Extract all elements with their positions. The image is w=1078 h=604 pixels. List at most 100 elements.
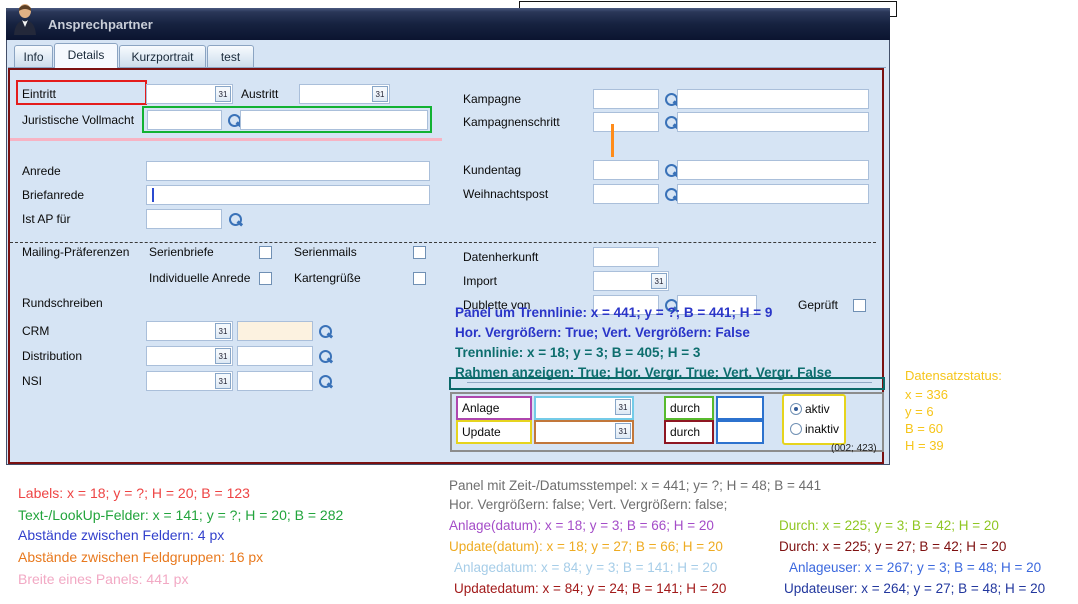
kampagnenschritt-label: Kampagnenschritt xyxy=(463,115,560,129)
annotation-durch-green: Durch: x = 225; y = 3; B = 42; H = 20 xyxy=(779,518,999,533)
durch1-label-field: durch xyxy=(666,398,712,418)
kampagnenschritt-text-field[interactable] xyxy=(677,112,869,132)
text-cursor xyxy=(152,188,154,202)
kartengruesse-checkbox[interactable] xyxy=(413,272,426,285)
mailing-praeferenzen-label: Mailing-Präferenzen xyxy=(22,245,129,259)
screenshot-root: Ansprechpartner Info Details Kurzportrai… xyxy=(0,0,1078,604)
individuelle-anrede-checkbox[interactable] xyxy=(259,272,272,285)
crm-calendar-icon[interactable]: 31 xyxy=(215,323,231,339)
kartengruesse-label: Kartengrüße xyxy=(294,271,361,285)
designer-coords: (002; 423) xyxy=(831,443,877,454)
geprueft-checkbox[interactable] xyxy=(853,299,866,312)
anlagedatum-calendar-icon[interactable]: 31 xyxy=(615,399,631,415)
annotation-datensatz-h: H = 39 xyxy=(905,438,944,453)
kundentag-text-field[interactable] xyxy=(677,160,869,180)
distribution-date-field[interactable]: 31 xyxy=(146,346,233,366)
tab-info[interactable]: Info xyxy=(14,45,53,68)
person-icon xyxy=(12,2,38,36)
annotation-datensatz-x: x = 336 xyxy=(905,387,948,402)
anrede-label: Anrede xyxy=(22,164,61,178)
aktiv-radio-label: aktiv xyxy=(805,402,830,416)
distribution-text-field[interactable] xyxy=(237,346,313,366)
datenherkunft-label: Datenherkunft xyxy=(463,250,538,264)
austritt-date-field[interactable]: 31 xyxy=(299,84,390,104)
nsi-calendar-icon[interactable]: 31 xyxy=(215,373,231,389)
annotation-anlagedatum: Anlagedatum: x = 84; y = 3; B = 141; H =… xyxy=(454,560,717,575)
kampagne-text-field[interactable] xyxy=(677,89,869,109)
annotation-hor-vergr-true: Hor. Vergrößern: True; Vert. Vergrößern:… xyxy=(455,325,750,340)
dashed-separator-line xyxy=(10,242,876,243)
anlagedatum-highlight: 31 xyxy=(534,396,634,420)
crm-label: CRM xyxy=(22,324,49,338)
kundentag-id-field[interactable] xyxy=(593,160,659,180)
inaktiv-radio[interactable] xyxy=(790,423,802,435)
durch2-label-field: durch xyxy=(666,422,712,442)
updatedatum-calendar-icon[interactable]: 31 xyxy=(615,423,631,439)
updateuser-field[interactable] xyxy=(718,422,762,442)
import-date-field[interactable]: 31 xyxy=(593,271,669,291)
kundentag-label: Kundentag xyxy=(463,163,521,177)
anlage-label-field: Anlage xyxy=(458,398,530,418)
annotation-update-datum: Update(datum): x = 18; y = 27; B = 66; H… xyxy=(449,539,723,554)
anlage-highlight: Anlage xyxy=(456,396,532,420)
kampagnenschritt-id-field[interactable] xyxy=(593,112,659,132)
briefanrede-field[interactable] xyxy=(146,185,430,205)
annotation-datensatz-b: B = 60 xyxy=(905,421,943,436)
weihnachtspost-id-field[interactable] xyxy=(593,184,659,204)
eintritt-date-field[interactable]: 31 xyxy=(146,84,233,104)
trennlinie-separator xyxy=(467,382,872,383)
tab-kurzportrait[interactable]: Kurzportrait xyxy=(119,45,206,68)
eintritt-label: Eintritt xyxy=(22,87,56,101)
ist-ap-fuer-search-icon[interactable] xyxy=(227,211,243,227)
window-title: Ansprechpartner xyxy=(48,17,153,32)
rundschreiben-label: Rundschreiben xyxy=(22,296,103,310)
durch2-highlight: durch xyxy=(664,420,714,444)
geprueft-label: Geprüft xyxy=(798,298,838,312)
ist-ap-fuer-field[interactable] xyxy=(146,209,222,229)
import-calendar-icon[interactable]: 31 xyxy=(651,273,667,289)
ist-ap-fuer-label: Ist AP für xyxy=(22,212,70,226)
briefanrede-label: Briefanrede xyxy=(22,188,84,202)
annotation-datensatz-y: y = 6 xyxy=(905,404,934,419)
trennlinie-highlight xyxy=(449,377,885,390)
anlageuser-field[interactable] xyxy=(718,398,762,418)
distribution-search-icon[interactable] xyxy=(317,348,333,364)
update-highlight: Update xyxy=(456,420,532,444)
annotation-abstand-gruppen: Abstände zwischen Feldgruppen: 16 px xyxy=(18,549,263,565)
tab-details[interactable]: Details xyxy=(54,43,118,68)
nsi-text-field[interactable] xyxy=(237,371,313,391)
update-label-field: Update xyxy=(458,422,530,442)
kampagne-id-field[interactable] xyxy=(593,89,659,109)
distribution-label: Distribution xyxy=(22,349,82,363)
juristische-vollmacht-id-field[interactable] xyxy=(147,110,222,130)
serienmails-checkbox[interactable] xyxy=(413,246,426,259)
weihnachtspost-label: Weihnachtspost xyxy=(463,187,548,201)
aktiv-radio[interactable] xyxy=(790,403,802,415)
juristische-vollmacht-text-field[interactable] xyxy=(240,110,428,130)
eintritt-calendar-icon[interactable]: 31 xyxy=(215,86,231,102)
datensatzstatus-highlight: aktiv inaktiv xyxy=(782,394,846,445)
nsi-search-icon[interactable] xyxy=(317,373,333,389)
updatedatum-field[interactable]: 31 xyxy=(536,422,632,442)
nsi-date-field[interactable]: 31 xyxy=(146,371,233,391)
tab-test[interactable]: test xyxy=(207,45,254,68)
annotation-updateuser: Updateuser: x = 264; y = 27; B = 48; H =… xyxy=(784,581,1045,596)
annotation-abstand-felder: Abstände zwischen Feldern: 4 px xyxy=(18,527,224,543)
datenherkunft-field[interactable] xyxy=(593,247,659,267)
serienbriefe-checkbox[interactable] xyxy=(259,246,272,259)
annotation-text-lookup: Text-/LookUp-Felder: x = 141; y = ?; H =… xyxy=(18,507,343,523)
orange-marker-line xyxy=(611,124,614,157)
austritt-calendar-icon[interactable]: 31 xyxy=(372,86,388,102)
crm-date-field[interactable]: 31 xyxy=(146,321,233,341)
import-label: Import xyxy=(463,274,497,288)
crm-search-icon[interactable] xyxy=(317,323,333,339)
weihnachtspost-text-field[interactable] xyxy=(677,184,869,204)
distribution-calendar-icon[interactable]: 31 xyxy=(215,348,231,364)
crm-text-field[interactable] xyxy=(237,321,313,341)
annotation-anlage-datum: Anlage(datum): x = 18; y = 3; B = 66; H … xyxy=(449,518,714,533)
individuelle-anrede-label: Individuelle Anrede xyxy=(149,271,250,285)
austritt-label: Austritt xyxy=(241,87,278,101)
anlagedatum-field[interactable]: 31 xyxy=(536,398,632,418)
anrede-field[interactable] xyxy=(146,161,430,181)
annotation-hor-vergr-false: Hor. Vergrößern: false; Vert. Vergrößern… xyxy=(449,497,727,512)
